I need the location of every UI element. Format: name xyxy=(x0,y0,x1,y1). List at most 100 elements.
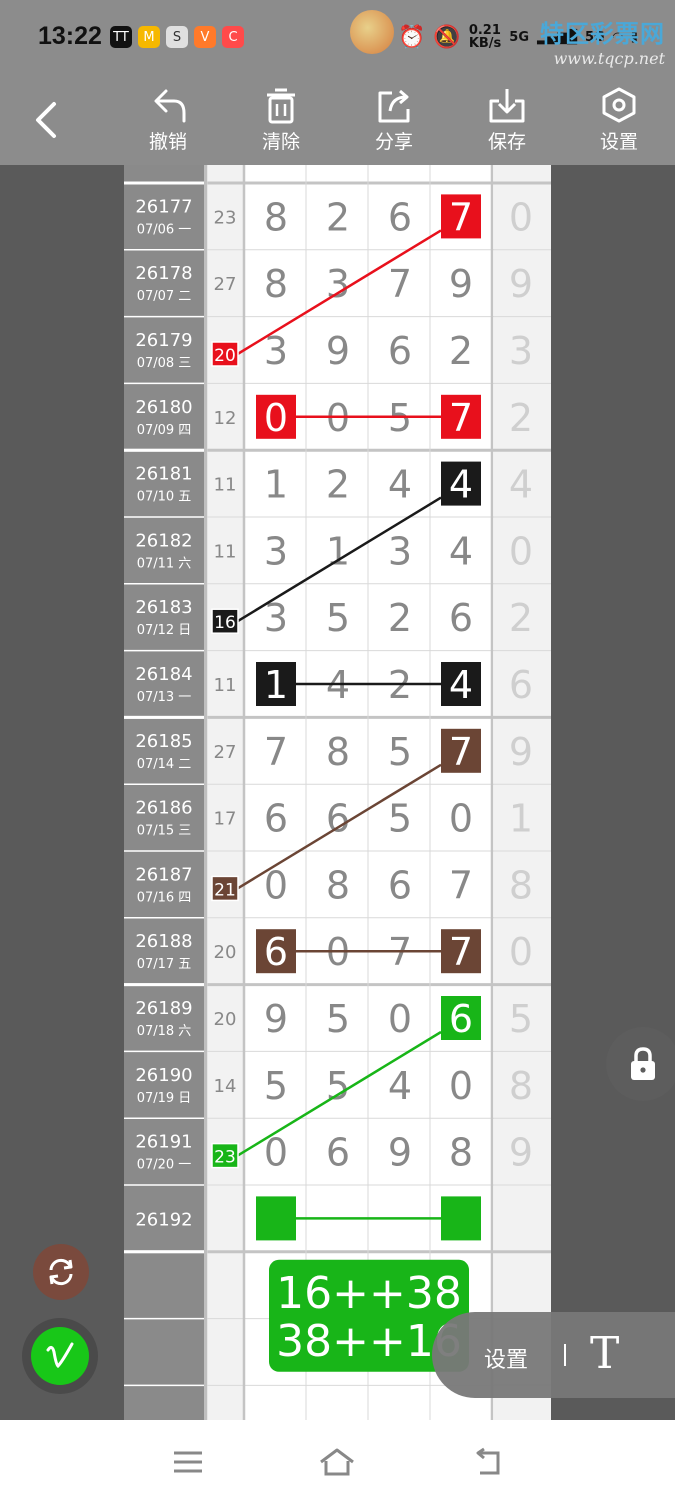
issue-date: 07/15 三 xyxy=(137,824,192,839)
digit-cell: 9 xyxy=(326,329,350,373)
share-icon xyxy=(378,89,410,123)
home-nav-button[interactable] xyxy=(312,1442,362,1482)
watermark-title: 特区彩票网 xyxy=(540,19,665,48)
issue-number: 26179 xyxy=(135,330,192,351)
speed-unit: KB/s xyxy=(468,36,502,51)
digit-cell: 1 xyxy=(264,463,288,507)
trash-icon xyxy=(267,88,295,124)
issue-number: 26185 xyxy=(135,731,192,752)
digit-cell: 7 xyxy=(449,863,473,907)
status-time: 13:22 xyxy=(38,22,102,50)
sum-label: 20 xyxy=(214,346,236,366)
pen-tool-button[interactable] xyxy=(22,1318,98,1394)
watermark-logo-icon xyxy=(350,10,394,54)
clear-label: 清除 xyxy=(261,131,300,153)
issue-number: 26190 xyxy=(135,1065,192,1086)
toolbar: 撤销 清除 分享 保存 设置 xyxy=(0,75,675,165)
refresh-icon xyxy=(49,1258,73,1286)
issue-date: 07/07 二 xyxy=(137,289,192,304)
sync-button[interactable] xyxy=(33,1244,89,1300)
undo-label: 撤销 xyxy=(148,131,187,153)
sum-value: 12 xyxy=(214,408,237,429)
issue-number: 26188 xyxy=(135,931,192,952)
digit-cell: 4 xyxy=(449,529,473,573)
save-button[interactable]: 保存 xyxy=(467,83,547,154)
highlight-digit: 7 xyxy=(449,195,473,239)
digit-cell: 6 xyxy=(388,863,412,907)
digit-cell: 9 xyxy=(388,1131,412,1175)
share-button[interactable]: 分享 xyxy=(354,83,434,154)
issue-number: 26177 xyxy=(135,196,192,217)
next-digit: 0 xyxy=(509,195,533,239)
highlight-digit: 4 xyxy=(449,663,473,707)
right-margin xyxy=(551,165,675,1420)
save-label: 保存 xyxy=(487,131,526,153)
highlight-box xyxy=(441,1196,481,1241)
hexagon-settings-icon xyxy=(602,87,636,123)
trend-chart[interactable]: 2617707/06 一23826702617807/07 二278379926… xyxy=(124,165,551,1420)
next-digit: 4 xyxy=(509,463,533,507)
digit-cell: 5 xyxy=(264,1064,288,1108)
status-bar: 13:22 TT M S V C ⏰ 🔕 0.21 KB/s 5G ▂▄▆█ 5G… xyxy=(0,0,675,75)
back-nav-button[interactable] xyxy=(462,1442,512,1482)
digit-cell: 7 xyxy=(264,730,288,774)
digit-cell: 2 xyxy=(449,329,473,373)
issue-number: 26183 xyxy=(135,597,192,618)
back-arrow-icon xyxy=(476,1447,500,1475)
settings-button[interactable]: 设置 xyxy=(579,83,659,154)
sum-value: 11 xyxy=(214,475,237,496)
issue-number: 26182 xyxy=(135,530,192,551)
highlight-digit: 6 xyxy=(449,997,473,1041)
download-icon xyxy=(489,89,525,123)
sum-value: 11 xyxy=(214,541,237,562)
sum-value: 17 xyxy=(214,809,237,830)
issue-number: 26180 xyxy=(135,397,192,418)
issue-date: 07/09 四 xyxy=(137,423,192,438)
menu-icon xyxy=(174,1451,202,1473)
avatar-app-icon: S xyxy=(166,26,188,48)
undo-icon xyxy=(154,89,186,123)
result-line-1: 16++38 xyxy=(276,1268,462,1319)
sum-value: 20 xyxy=(214,1009,237,1030)
share-label: 分享 xyxy=(374,131,413,153)
popup-settings-label[interactable]: 设置 xyxy=(484,1342,528,1374)
text-tool-icon[interactable]: T xyxy=(590,1328,619,1379)
highlight-digit: 1 xyxy=(264,663,288,707)
text-settings-popup: 设置 T xyxy=(432,1312,675,1398)
digit-cell: 7 xyxy=(388,262,412,306)
issue-number: 26187 xyxy=(135,864,192,885)
net-label-1: 5G xyxy=(509,29,529,45)
notification-icons: TT M S V C xyxy=(110,26,244,48)
digit-cell: 6 xyxy=(264,797,288,841)
video-app-icon: V xyxy=(194,26,216,48)
issue-column-bg xyxy=(124,165,204,1420)
issue-number: 26189 xyxy=(135,998,192,1019)
home-icon xyxy=(320,1448,354,1476)
undo-button[interactable]: 撤销 xyxy=(128,83,208,154)
alarm-icon: ⏰ xyxy=(398,24,426,50)
issue-date: 07/13 一 xyxy=(137,690,192,705)
back-button[interactable] xyxy=(22,93,70,147)
issue-date: 07/08 三 xyxy=(137,356,192,371)
issue-date: 07/20 一 xyxy=(137,1158,192,1173)
clear-button[interactable]: 清除 xyxy=(241,83,321,154)
lock-button[interactable] xyxy=(606,1027,675,1101)
trend-grid: 2617707/06 一23826702617807/07 二278379926… xyxy=(124,165,551,1420)
highlight-digit: 7 xyxy=(449,396,473,440)
issue-number: 26192 xyxy=(135,1209,192,1230)
highlight-digit: 7 xyxy=(449,930,473,974)
sum-value: 11 xyxy=(214,675,237,696)
digit-cell: 6 xyxy=(449,596,473,640)
next-digit: 8 xyxy=(509,1064,533,1108)
digit-cell: 2 xyxy=(326,195,350,239)
digit-cell: 4 xyxy=(388,463,412,507)
digit-cell: 8 xyxy=(326,730,350,774)
menu-nav-button[interactable] xyxy=(163,1442,213,1482)
next-digit: 3 xyxy=(509,329,533,373)
highlight-digit: 0 xyxy=(264,396,288,440)
issue-number: 26178 xyxy=(135,263,192,284)
issue-date: 07/12 日 xyxy=(137,623,192,638)
settings-label: 设置 xyxy=(599,131,638,153)
highlight-box xyxy=(256,1196,296,1241)
pen-stroke-icon xyxy=(46,1342,74,1369)
